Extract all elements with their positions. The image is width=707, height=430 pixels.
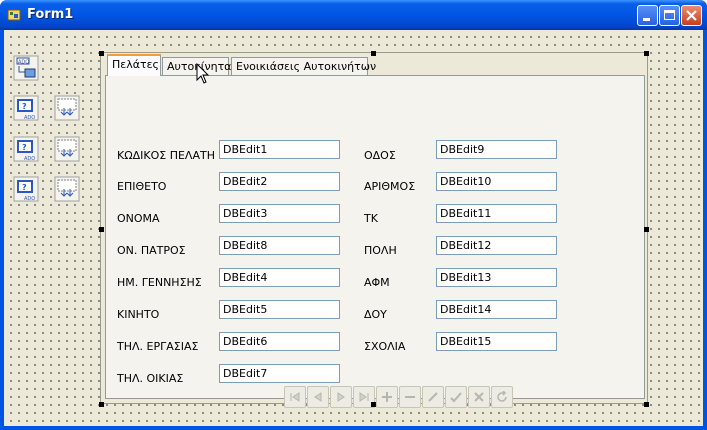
label-home-phone: ΤΗΛ. ΟΙΚΙΑΣ: [117, 372, 184, 385]
db-navigator: [284, 386, 522, 410]
svg-text:ADO: ADO: [18, 60, 29, 66]
dbedit4-field[interactable]: DBEdit4: [219, 268, 340, 287]
prior-icon: [314, 392, 322, 402]
form1-window: Form1 ADO ? ADO ? ADO ? ADO Πελάτες Ενοι…: [0, 0, 707, 430]
close-icon: [686, 10, 697, 21]
dbedit2-field[interactable]: DBEdit2: [219, 172, 340, 191]
svg-text:ADO: ADO: [24, 196, 35, 202]
selection-handle[interactable]: [644, 51, 649, 56]
label-number: ΑΡΙΘΜΟΣ: [364, 180, 416, 193]
insert-icon: [382, 392, 392, 402]
title-bar[interactable]: Form1: [0, 0, 707, 30]
dbedit14-field[interactable]: DBEdit14: [436, 300, 557, 319]
selection-handle[interactable]: [371, 51, 376, 56]
post-icon: [450, 392, 462, 403]
label-postal-code: ΤΚ: [364, 212, 378, 225]
dbedit13-field[interactable]: DBEdit13: [436, 268, 557, 287]
ado-connection-icon[interactable]: ADO: [13, 55, 39, 81]
selection-handle[interactable]: [99, 402, 104, 407]
nav-first-button[interactable]: [284, 386, 306, 408]
last-icon: [359, 392, 369, 402]
nav-delete-button[interactable]: [399, 386, 421, 408]
dbedit10-field[interactable]: DBEdit10: [436, 172, 557, 191]
label-city: ΠΟΛΗ: [364, 244, 397, 257]
form-design-surface: ADO ? ADO ? ADO ? ADO Πελάτες Ενοικιάσει…: [4, 30, 703, 426]
dbedit15-field[interactable]: DBEdit15: [436, 332, 557, 351]
nav-refresh-button[interactable]: [491, 386, 513, 408]
dbedit3-field[interactable]: DBEdit3: [219, 204, 340, 223]
cancel-icon: [474, 392, 484, 402]
refresh-icon: [497, 391, 507, 402]
nav-post-button[interactable]: [445, 386, 467, 408]
ado-table-icon[interactable]: ? ADO: [13, 95, 39, 121]
minimize-button[interactable]: [637, 5, 658, 26]
svg-text:?: ?: [22, 183, 27, 192]
svg-text:?: ?: [22, 143, 27, 152]
mouse-cursor-icon: [196, 63, 210, 84]
dbedit5-field[interactable]: DBEdit5: [219, 300, 340, 319]
svg-text:ADO: ADO: [24, 156, 35, 162]
tab-rentals[interactable]: Ενοικιάσεις Αυτοκινήτων: [231, 57, 376, 75]
label-surname: ΕΠΙΘΕΤΟ: [117, 180, 167, 193]
nav-next-button[interactable]: [330, 386, 352, 408]
dbedit12-field[interactable]: DBEdit12: [436, 236, 557, 255]
nav-edit-button[interactable]: [422, 386, 444, 408]
label-work-phone: ΤΗΛ. ΕΡΓΑΣΙΑΣ: [117, 340, 199, 353]
label-birth-date: ΗΜ. ΓΕΝΝΗΣΗΣ: [117, 276, 202, 289]
label-comments: ΣΧΟΛΙΑ: [364, 340, 406, 353]
dbedit7-field[interactable]: DBEdit7: [219, 364, 340, 383]
label-father-name: ΟΝ. ΠΑΤΡΟΣ: [117, 244, 186, 257]
nav-cancel-button[interactable]: [468, 386, 490, 408]
dbedit6-field[interactable]: DBEdit6: [219, 332, 340, 351]
ado-table-icon[interactable]: ? ADO: [13, 176, 39, 202]
datasource-icon[interactable]: [54, 136, 80, 162]
nav-insert-button[interactable]: [376, 386, 398, 408]
edit-icon: [428, 392, 438, 402]
dbedit9-field[interactable]: DBEdit9: [436, 140, 557, 159]
tab-customers[interactable]: Πελάτες: [107, 54, 161, 76]
svg-text:?: ?: [22, 102, 27, 111]
selection-handle[interactable]: [644, 227, 649, 232]
close-button[interactable]: [681, 5, 702, 26]
dbedit8-field[interactable]: DBEdit8: [219, 236, 340, 255]
label-customer-code: ΚΩΔΙΚΟΣ ΠΕΛΑΤΗ: [117, 149, 215, 162]
nav-prior-button[interactable]: [307, 386, 329, 408]
first-icon: [290, 392, 300, 402]
selection-handle[interactable]: [99, 227, 104, 232]
datasource-icon[interactable]: [54, 176, 80, 202]
tab-strip: Πελάτες Αυτοκίνητα Ενοικιάσεις Αυτοκινήτ…: [101, 53, 647, 77]
datasource-icon[interactable]: [54, 95, 80, 121]
minimize-icon: [643, 18, 650, 21]
form-app-icon: [7, 9, 21, 21]
label-first-name: ΟΝΟΜΑ: [117, 212, 160, 225]
ado-table-icon[interactable]: ? ADO: [13, 136, 39, 162]
label-mobile: ΚΙΝΗΤΟ: [117, 308, 160, 321]
next-icon: [337, 392, 345, 402]
maximize-icon: [664, 10, 675, 20]
window-title: Form1: [27, 7, 74, 22]
delete-icon: [405, 396, 415, 398]
tab-page-customers: ΚΩΔΙΚΟΣ ΠΕΛΑΤΗ DBEdit1 ΕΠΙΘΕΤΟ DBEdit2 Ο…: [105, 75, 645, 399]
dbedit1-field[interactable]: DBEdit1: [219, 140, 340, 159]
label-tax-id: ΑΦΜ: [364, 276, 390, 289]
selection-handle[interactable]: [371, 402, 376, 407]
selection-handle[interactable]: [99, 51, 104, 56]
maximize-button[interactable]: [659, 5, 680, 26]
label-tax-office: ΔΟΥ: [364, 308, 387, 321]
dbedit11-field[interactable]: DBEdit11: [436, 204, 557, 223]
selection-handle[interactable]: [644, 402, 649, 407]
svg-text:ADO: ADO: [24, 115, 35, 121]
label-street: ΟΔΟΣ: [364, 149, 396, 162]
page-control[interactable]: Πελάτες Αυτοκίνητα Ενοικιάσεις Αυτοκινήτ…: [100, 52, 648, 408]
